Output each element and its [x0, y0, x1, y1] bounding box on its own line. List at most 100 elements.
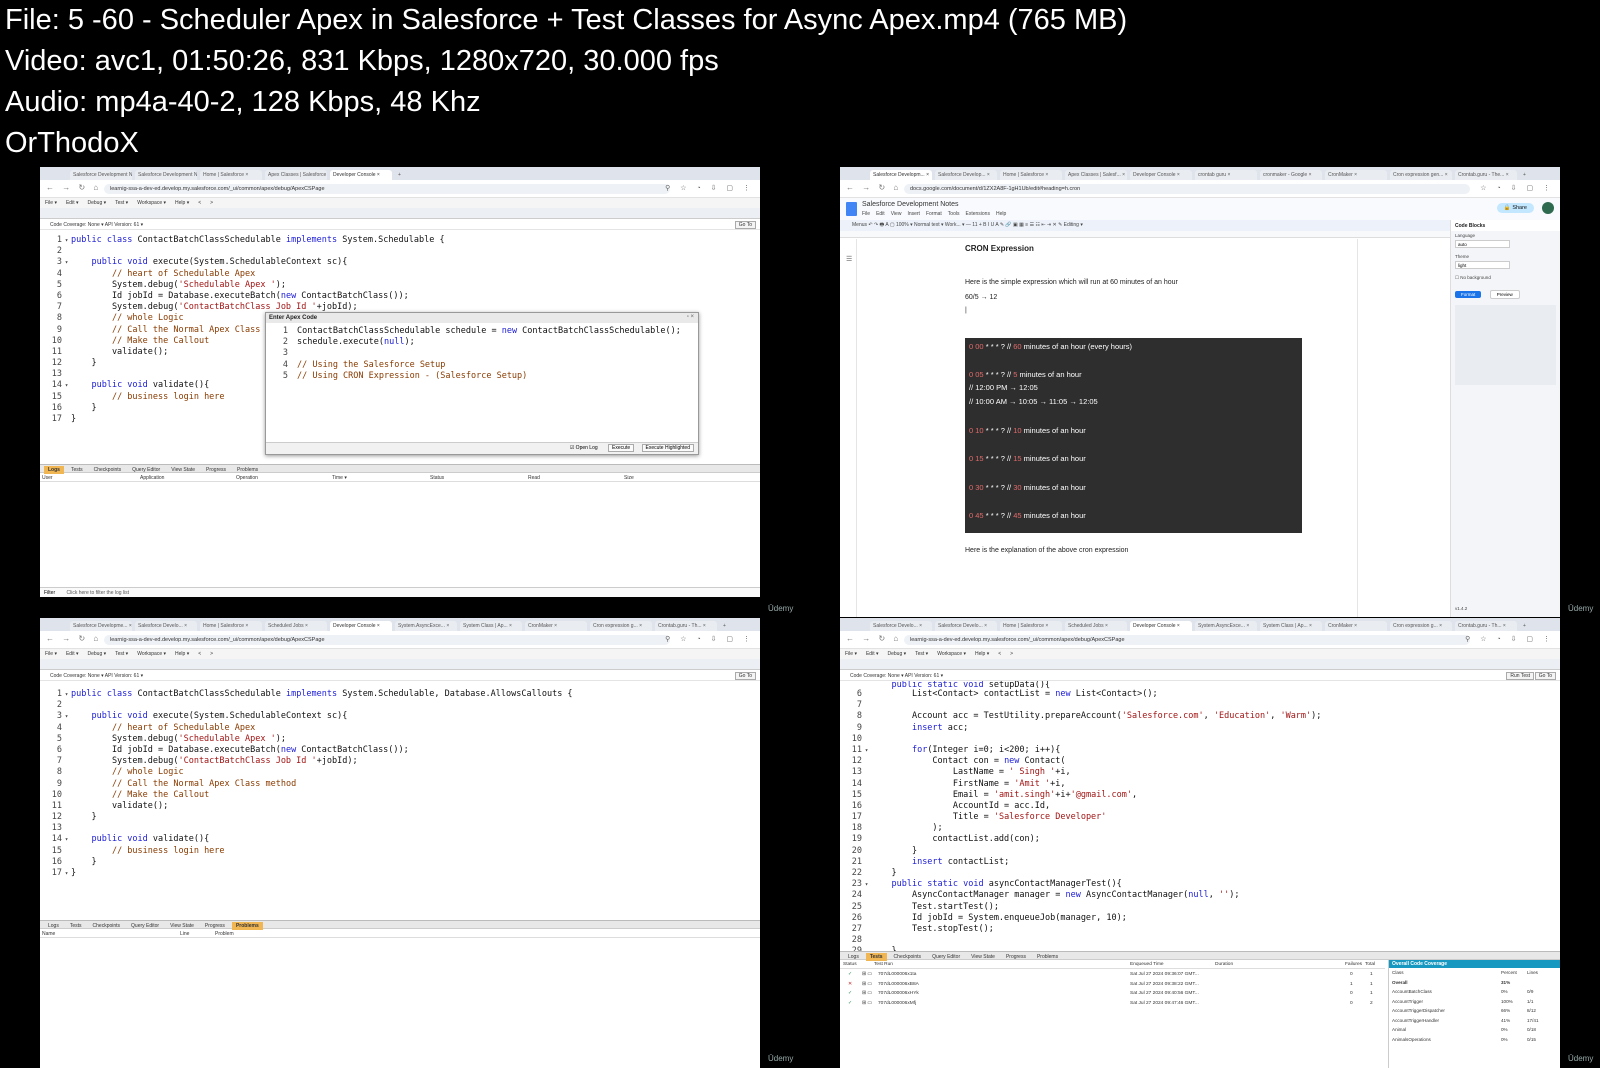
menu-item[interactable]: File ▾: [845, 651, 857, 657]
menu-item[interactable]: Help ▾: [975, 651, 989, 657]
coverage-select[interactable]: Code Coverage: None ▾ API Version: 61 ▾: [50, 222, 143, 228]
browser-tab[interactable]: Scheduled Jobs ×: [1065, 621, 1127, 631]
theme-select[interactable]: light: [1455, 261, 1510, 269]
panel-tab[interactable]: Progress: [1002, 953, 1030, 961]
goto-button[interactable]: Go To: [1534, 672, 1556, 680]
panel-tab[interactable]: Logs: [44, 466, 64, 474]
panel-tab[interactable]: Query Editor: [128, 466, 164, 474]
menu-item[interactable]: >: [1010, 651, 1013, 657]
browser-tab[interactable]: Apex Classes | Salesforce ×: [265, 170, 327, 180]
browser-tab[interactable]: CronMaker ×: [1325, 621, 1387, 631]
panel-tab[interactable]: Tests: [865, 953, 887, 961]
browser-tab[interactable]: Crontab.guru - Th... ×: [1455, 621, 1517, 631]
fold-icon[interactable]: ▾: [62, 689, 71, 700]
browser-tab[interactable]: Home | Salesforce ×: [200, 621, 262, 631]
column-header[interactable]: Size: [624, 475, 634, 481]
doc-page[interactable]: CRON Expression Here is the simple expre…: [856, 239, 1358, 617]
column-header[interactable]: Time ▾: [332, 475, 347, 481]
open-log-checkbox[interactable]: ☑ Open Log: [567, 445, 601, 451]
browser-tab[interactable]: System Class | Ap... ×: [1260, 621, 1322, 631]
browser-tab[interactable]: Salesforce Develop... ×: [935, 170, 997, 180]
browser-tab[interactable]: Crontab.guru - The... ×: [1455, 170, 1517, 180]
filter-input[interactable]: Click here to filter the log list: [67, 590, 130, 596]
panel-tab[interactable]: Progress: [201, 922, 229, 930]
panel-tab[interactable]: Logs: [844, 953, 863, 961]
browser-tab[interactable]: Cron expression g... ×: [1390, 621, 1452, 631]
column-header[interactable]: Test Run: [874, 962, 893, 967]
toolbar-icons[interactable]: ☆ ◔ ⇩ ▢ ⋮: [1480, 184, 1554, 192]
new-tab-icon[interactable]: +: [1520, 621, 1530, 631]
panel-tab[interactable]: View State: [167, 466, 199, 474]
expand-icon[interactable]: ⊞ ▭: [862, 991, 872, 996]
menu-item[interactable]: File ▾: [45, 651, 57, 657]
panel-tab[interactable]: Checkpoints: [89, 922, 125, 930]
menu-item[interactable]: Test ▾: [915, 651, 928, 657]
nav-icons[interactable]: ← → ↻ ⌂: [846, 183, 901, 192]
browser-tab[interactable]: Developer Console ×: [330, 621, 392, 631]
menu-item[interactable]: Help ▾: [175, 651, 189, 657]
browser-tab[interactable]: Scheduled Jobs ×: [265, 621, 327, 631]
browser-tab[interactable]: Salesforce Develo... ×: [935, 621, 997, 631]
column-header[interactable]: Operation: [236, 475, 258, 481]
code-editor[interactable]: 1 ▾ public class ContactBatchClassSchedula…: [40, 689, 760, 879]
column-header[interactable]: Read: [528, 475, 540, 481]
menu-item[interactable]: <: [998, 651, 1001, 657]
new-tab-icon[interactable]: +: [720, 621, 730, 631]
menu-item[interactable]: Edit ▾: [66, 651, 79, 657]
column-header[interactable]: Enqueued Time: [1130, 962, 1164, 967]
menu-item[interactable]: Workspace ▾: [137, 200, 166, 206]
close-icon[interactable]: ▫ ×: [687, 314, 694, 320]
browser-tab[interactable]: Home | Salesforce ×: [200, 170, 262, 180]
coverage-row[interactable]: AccountTriggerHandler 41% 17/41: [1389, 1016, 1560, 1026]
execute-highlighted-button[interactable]: Execute Highlighted: [641, 444, 694, 452]
expand-icon[interactable]: ⊞ ▭: [862, 982, 872, 987]
column-header[interactable]: Class: [1392, 970, 1404, 975]
coverage-row[interactable]: Animal 0% 0/18: [1389, 1025, 1560, 1035]
coverage-row[interactable]: AccountTriggerDispatcher 66% 8/12: [1389, 1006, 1560, 1016]
dialog-code-editor[interactable]: 1 ContactBatchClassSchedulable schedule =…: [266, 326, 698, 382]
fold-icon[interactable]: ▾: [62, 235, 71, 246]
browser-tab[interactable]: Apex Classes | Salesf... ×: [1065, 170, 1127, 180]
menu-item[interactable]: Test ▾: [115, 200, 128, 206]
doc-menu-item[interactable]: Format: [926, 211, 942, 217]
menu-item[interactable]: Workspace ▾: [937, 651, 966, 657]
expand-icon[interactable]: ⊞ ▭: [862, 972, 872, 977]
goto-button[interactable]: Go To: [734, 221, 756, 229]
expand-icon[interactable]: ⊞ ▭: [862, 1001, 872, 1006]
panel-tab[interactable]: Problems: [233, 466, 262, 474]
coverage-row[interactable]: Overall 31%: [1389, 978, 1560, 988]
column-header[interactable]: Lines: [1527, 970, 1538, 975]
panel-tab[interactable]: Checkpoints: [90, 466, 126, 474]
menu-item[interactable]: File ▾: [45, 200, 57, 206]
preview-button[interactable]: Preview: [1489, 290, 1520, 299]
fold-icon[interactable]: ▾: [62, 868, 71, 879]
url-field[interactable]: learnig-ssa-a-dev-ed.develop.my.salesfor…: [904, 635, 1470, 645]
doc-menu-item[interactable]: View: [891, 211, 902, 217]
nav-icons[interactable]: ← → ↻ ⌂: [46, 634, 101, 643]
browser-tab[interactable]: CronMaker ×: [525, 621, 587, 631]
new-tab-icon[interactable]: +: [1520, 170, 1530, 180]
run-test-button[interactable]: Run Test: [1506, 672, 1534, 680]
browser-tab[interactable]: Developer Console ×: [1130, 170, 1192, 180]
doc-menu-item[interactable]: File: [862, 211, 870, 217]
column-header[interactable]: Status: [430, 475, 444, 481]
column-header[interactable]: Line: [180, 931, 189, 937]
panel-tab[interactable]: Tests: [67, 466, 87, 474]
coverage-row[interactable]: AnimalsOperations 0% 0/15: [1389, 1035, 1560, 1045]
doc-title[interactable]: Salesforce Development Notes: [862, 201, 959, 208]
browser-tab[interactable]: Salesforce Developme... ×: [70, 621, 132, 631]
browser-tab[interactable]: Cron expression g... ×: [590, 621, 652, 631]
panel-tab[interactable]: Problems: [1033, 953, 1062, 961]
browser-tab[interactable]: CronMaker ×: [1325, 170, 1387, 180]
fold-icon[interactable]: ▾: [62, 257, 71, 268]
share-button[interactable]: 🔒 Share: [1496, 203, 1534, 213]
browser-tab[interactable]: Salesforce Develo... ×: [870, 621, 932, 631]
doc-menu-item[interactable]: Insert: [907, 211, 920, 217]
fold-icon[interactable]: ▾: [862, 745, 871, 756]
filter-checkbox[interactable]: Filter: [44, 590, 55, 596]
test-row[interactable]: ✓ ⊞ ▭ 707dL000006x1ta Sat Jul 27 2024 09:36…: [840, 971, 1385, 980]
execute-button[interactable]: Execute: [608, 444, 635, 452]
coverage-row[interactable]: AccountTrigger 100% 1/1: [1389, 997, 1560, 1007]
column-header[interactable]: Problem: [215, 931, 234, 937]
browser-tab[interactable]: Salesforce Development N... ×: [70, 170, 132, 180]
